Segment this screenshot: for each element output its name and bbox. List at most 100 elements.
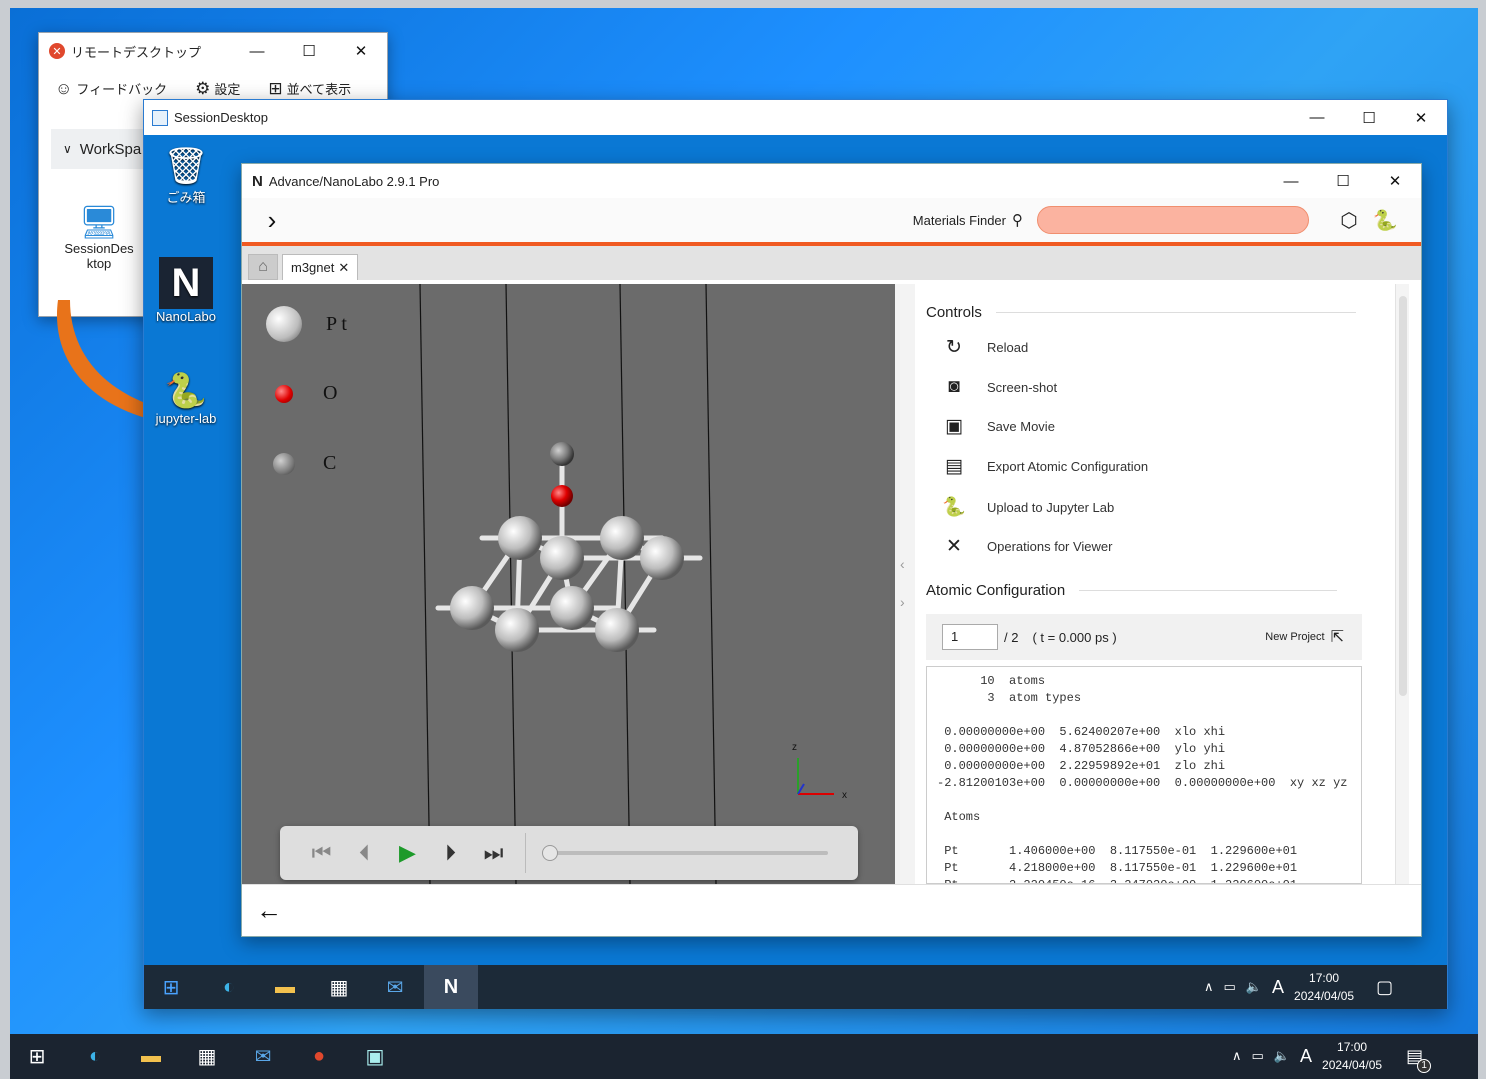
recycle-bin-shortcut[interactable]: 🗑 ごみ箱	[146, 145, 226, 206]
workspace-label: WorkSpa	[79, 140, 142, 158]
frame-slider[interactable]	[542, 845, 828, 861]
search-icon[interactable]: ⚲	[1012, 211, 1023, 229]
rd-titlebar: ✕ リモートデスクトップ — ☐ ✕	[39, 33, 387, 69]
volume-icon[interactable]: 🔈	[1246, 979, 1262, 995]
maximize-button[interactable]: ☐	[283, 33, 335, 69]
host-chevron-up-icon[interactable]: ∧	[1232, 1048, 1242, 1064]
materials-finder-label: Materials Finder	[912, 212, 1006, 228]
frame-time: ( t = 0.000 ps )	[1032, 629, 1117, 645]
close-button[interactable]: ✕	[335, 33, 387, 69]
save-movie-button[interactable]: ▣ Save Movie	[941, 415, 1055, 438]
side-panel: Controls ↻ Reload ◙ Screen-shot ▣ Save Movi…	[915, 284, 1409, 884]
collapse-right-icon[interactable]: ›	[900, 594, 905, 610]
new-project-button[interactable]: New Project ⇱	[1265, 627, 1344, 647]
structure-viewer[interactable]: z x P t O C ⏮ ⏴ ▶ ⏵ ⏭	[242, 284, 895, 884]
rd-title: リモートデスクトップ	[71, 44, 202, 60]
last-frame-button[interactable]: ⏭	[472, 840, 515, 866]
python-icon: 🐍	[164, 372, 208, 410]
export-arrow-icon: ⇱	[1330, 629, 1344, 646]
player-separator	[525, 833, 526, 873]
materials-finder-input[interactable]	[1037, 206, 1309, 234]
session-maximize-button[interactable]: ☐	[1343, 100, 1395, 136]
expand-menu-button[interactable]: ›	[242, 205, 302, 236]
session-clock-date: 2024/04/05	[1294, 989, 1355, 1003]
frame-number-input[interactable]: 1	[942, 624, 998, 650]
host-clock-time: 17:00	[1337, 1040, 1368, 1054]
tab-m3gnet[interactable]: m3gnet ✕	[282, 254, 359, 280]
film-icon: ▣	[945, 416, 963, 437]
app-minimize-button[interactable]: —	[1265, 163, 1317, 199]
host-volume-icon[interactable]: 🔈	[1274, 1048, 1290, 1064]
host-notification-icon[interactable]: ▤ 1	[1406, 1046, 1432, 1073]
app-maximize-button[interactable]: ☐	[1317, 163, 1369, 199]
play-button[interactable]: ▶	[386, 840, 429, 866]
session-minimize-button[interactable]: —	[1291, 100, 1343, 136]
close-tab-icon[interactable]: ✕	[338, 260, 349, 276]
host-start-button[interactable]: ⊞	[10, 1034, 64, 1078]
session-close-button[interactable]: ✕	[1395, 100, 1447, 136]
tile-button[interactable]: ⊞ 並べて表示	[268, 79, 351, 99]
host-clock[interactable]: 17:00 2024/04/05	[1322, 1038, 1382, 1074]
host-store-icon[interactable]: ▦	[180, 1034, 234, 1078]
recycle-bin-icon: 🗑	[163, 145, 209, 186]
feedback-button[interactable]: ☺ フィードバック	[55, 79, 167, 99]
upload-jupyter-button[interactable]: 🐍 Upload to Jupyter Lab	[941, 495, 1114, 519]
legend-pt: P t	[266, 306, 347, 342]
tools-icon: ✕	[946, 536, 962, 557]
hexagon-icon[interactable]: ⬡	[1331, 208, 1367, 233]
collapse-left-icon[interactable]: ‹	[900, 556, 905, 572]
start-button[interactable]: ⊞	[144, 965, 198, 1009]
settings-button[interactable]: ⚙ 設定	[195, 79, 240, 99]
panel-splitter[interactable]: ‹ ›	[895, 284, 915, 884]
chevron-up-icon[interactable]: ∧	[1204, 979, 1214, 995]
atom-pt	[498, 516, 542, 560]
recycle-bin-label: ごみ箱	[166, 190, 206, 205]
viewer-operations-button[interactable]: ✕ Operations for Viewer	[941, 535, 1112, 558]
nanolabo-taskbar-icon[interactable]: N	[424, 965, 478, 1009]
mail-icon[interactable]: ✉	[368, 965, 422, 1009]
session-clock[interactable]: 17:00 2024/04/05	[1294, 969, 1354, 1005]
feedback-label: フィードバック	[76, 82, 168, 97]
host-mail-icon[interactable]: ✉	[236, 1034, 290, 1078]
host-file-explorer-icon[interactable]: ▬	[124, 1034, 178, 1078]
network-icon[interactable]: ▭	[1224, 979, 1236, 995]
next-frame-button[interactable]: ⏵	[429, 840, 472, 866]
host-ime-indicator[interactable]: A	[1300, 1046, 1312, 1067]
session-desktop-shortcut[interactable]: 🖥 SessionDes ktop	[59, 203, 139, 271]
file-explorer-icon[interactable]: ▬	[258, 965, 312, 1009]
host-session-desktop-icon[interactable]: ▣	[348, 1034, 402, 1078]
shortcut-label-line2: ktop	[86, 256, 112, 271]
slider-knob[interactable]	[542, 845, 558, 861]
host-network-icon[interactable]: ▭	[1252, 1048, 1264, 1064]
legend-o: O	[275, 382, 337, 405]
side-scrollbar[interactable]	[1395, 284, 1409, 884]
host-remote-desktop-icon[interactable]: ●	[292, 1034, 346, 1078]
notification-icon[interactable]: ▢	[1376, 977, 1393, 998]
back-arrow-icon[interactable]: ←	[256, 895, 282, 926]
first-frame-button[interactable]: ⏮	[300, 840, 343, 866]
atom-pt	[540, 536, 584, 580]
host-edge-icon[interactable]: ◐	[68, 1034, 122, 1078]
export-config-button[interactable]: ▤ Export Atomic Configuration	[941, 455, 1148, 478]
home-tab-button[interactable]: ⌂	[248, 254, 278, 280]
screenshot-button[interactable]: ◙ Screen-shot	[941, 376, 1057, 398]
jupyter-lab-shortcut[interactable]: 🐍 jupyter-lab	[146, 371, 226, 426]
atomic-config-text[interactable]: 10 atoms 3 atom types 0.00000000e+00 5.6…	[926, 666, 1362, 884]
chevron-down-icon: ∨	[63, 142, 72, 156]
notification-count-badge: 1	[1417, 1058, 1432, 1073]
previous-frame-button[interactable]: ⏴	[343, 840, 386, 866]
reload-button[interactable]: ↻ Reload	[941, 336, 1028, 359]
home-icon: ⌂	[258, 258, 268, 275]
python-header-icon[interactable]: 🐍	[1367, 208, 1403, 233]
store-icon[interactable]: ▦	[312, 965, 366, 1009]
export-config-label: Export Atomic Configuration	[987, 459, 1149, 474]
python-icon: 🐍	[942, 497, 966, 518]
atomic-title: Atomic Configuration	[926, 582, 1066, 599]
minimize-button[interactable]: —	[231, 33, 283, 69]
edge-icon[interactable]: ◐	[202, 965, 256, 1009]
app-close-button[interactable]: ✕	[1369, 163, 1421, 199]
ime-indicator[interactable]: A	[1272, 977, 1284, 998]
nanolabo-shortcut[interactable]: N NanoLabo	[146, 257, 226, 324]
tab-m3gnet-label: m3gnet	[291, 260, 335, 275]
side-scrollbar-thumb[interactable]	[1399, 296, 1407, 696]
